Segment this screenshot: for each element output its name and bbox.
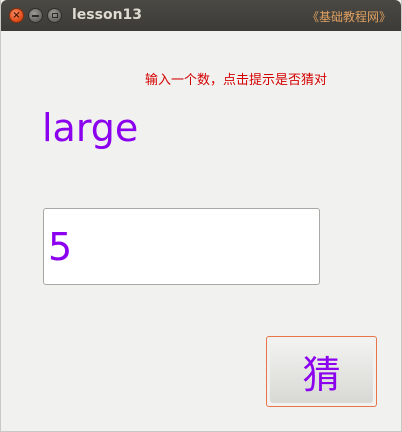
guess-button-face: 猜 bbox=[270, 340, 373, 403]
title-bar[interactable]: × lesson13 《基础教程网》 bbox=[1, 0, 401, 31]
maximize-icon bbox=[51, 13, 58, 18]
close-button[interactable]: × bbox=[9, 8, 24, 23]
minimize-icon bbox=[32, 14, 39, 17]
number-input[interactable] bbox=[43, 208, 320, 285]
watermark-text: 《基础教程网》 bbox=[306, 10, 391, 24]
hint-label: 输入一个数，点击提示是否猜对 bbox=[145, 73, 328, 88]
window-title: lesson13 bbox=[72, 7, 143, 23]
close-icon: × bbox=[12, 9, 21, 21]
minimize-button[interactable] bbox=[28, 8, 43, 23]
guess-button[interactable]: 猜 bbox=[266, 336, 377, 407]
result-label: large bbox=[42, 106, 139, 150]
guess-button-label: 猜 bbox=[302, 353, 341, 397]
maximize-button[interactable] bbox=[47, 8, 62, 23]
app-window: × lesson13 《基础教程网》 输入一个数，点击提示是否猜对 large … bbox=[0, 0, 402, 432]
